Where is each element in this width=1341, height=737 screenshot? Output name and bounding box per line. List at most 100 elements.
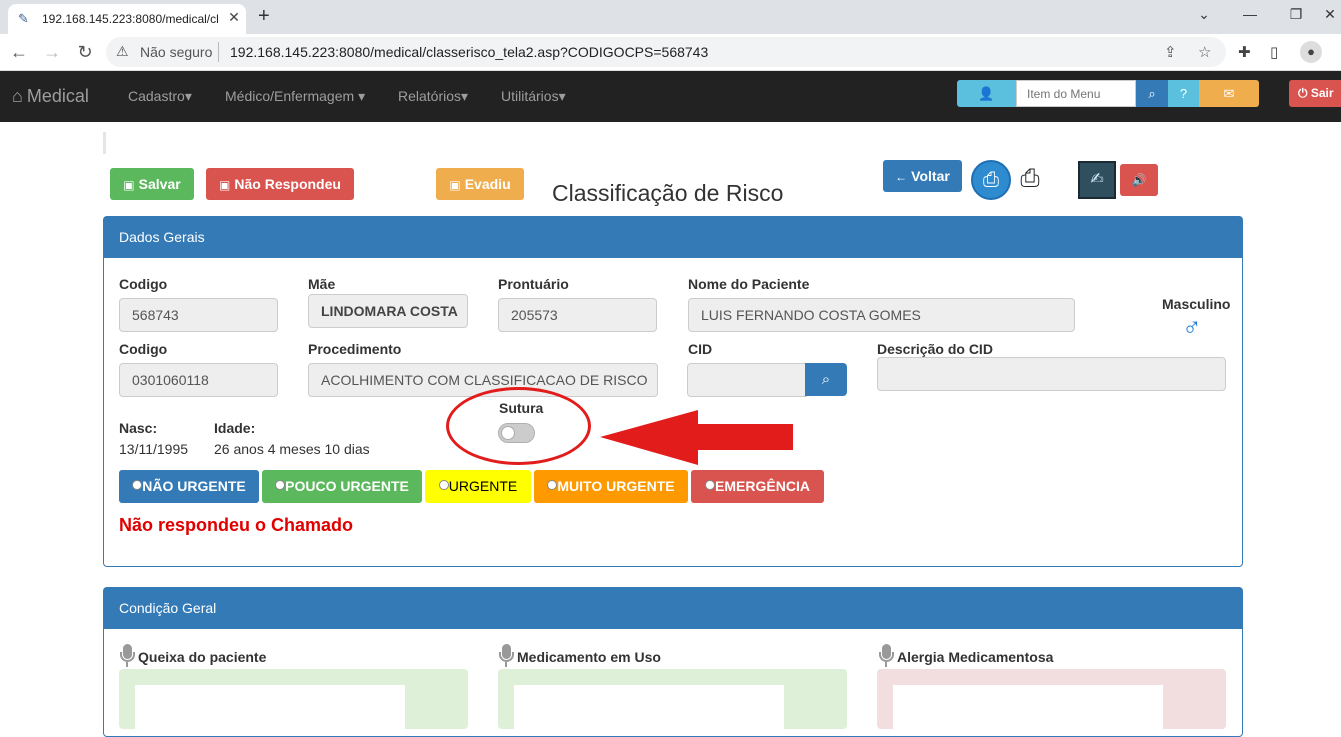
- help-button[interactable]: ?: [1168, 80, 1199, 107]
- address-bar-row: ← → ↻ ⚠ Não seguro 192.168.145.223:8080/…: [0, 34, 1341, 71]
- url-bar[interactable]: ⚠ Não seguro 192.168.145.223:8080/medica…: [106, 37, 1226, 67]
- print-color-icon[interactable]: ⎙: [971, 160, 1011, 200]
- extensions-puzzle-icon[interactable]: ✚: [1238, 43, 1251, 61]
- audio-button[interactable]: 🔊: [1120, 164, 1158, 196]
- signature-icon[interactable]: ✍: [1078, 161, 1116, 199]
- browser-tab-strip: ✎ 192.168.145.223:8080/medical/cl ✕ + ⌄ …: [0, 0, 1341, 34]
- warning-icon: ⚠: [116, 43, 129, 59]
- menu-utilitarios-label: Utilitários: [501, 88, 559, 104]
- evaded-label: Evadiu: [464, 176, 511, 192]
- microphone-icon[interactable]: [499, 644, 514, 668]
- radio-icon: [547, 480, 558, 490]
- risk-pouco-urgente-button[interactable]: POUCO URGENTE: [262, 470, 422, 503]
- menu-cadastro[interactable]: Cadastro▾: [128, 88, 192, 105]
- search-icon: ⌕: [821, 371, 831, 388]
- cid-field[interactable]: [687, 363, 807, 397]
- minimize-icon[interactable]: —: [1240, 6, 1260, 26]
- codigo-procedimento-label: Codigo: [119, 341, 168, 357]
- cid-label: CID: [688, 341, 713, 357]
- panel-heading: Dados Gerais: [104, 217, 1242, 258]
- reload-icon[interactable]: ↻: [74, 41, 96, 63]
- codigo-label: Codigo: [119, 276, 168, 292]
- user-icon: 👤: [978, 86, 995, 101]
- power-icon: ⏻: [1298, 86, 1308, 100]
- risk-urgente-button[interactable]: URGENTE: [425, 470, 531, 503]
- radio-icon: [132, 480, 143, 490]
- page-title: Classificação de Risco: [552, 180, 784, 206]
- home-icon: ⌂: [12, 86, 23, 106]
- caret-down-icon: ▾: [558, 88, 566, 104]
- radio-icon: [705, 480, 716, 490]
- codigo-field[interactable]: 568743: [119, 298, 278, 332]
- back-arrow-icon[interactable]: ←: [8, 41, 30, 63]
- forward-arrow-icon[interactable]: →: [41, 41, 63, 63]
- risk-label: EMERGÊNCIA: [715, 478, 810, 494]
- menu-utilitarios[interactable]: Utilitários▾: [501, 88, 566, 105]
- idade-label: Idade:: [214, 420, 256, 436]
- profile-avatar-icon[interactable]: ●: [1300, 41, 1322, 63]
- menu-medico-label: Médico/Enfermagem: [225, 88, 355, 104]
- risk-label: MUITO URGENTE: [557, 478, 675, 494]
- nome-paciente-label: Nome do Paciente: [688, 276, 810, 292]
- microphone-icon[interactable]: [120, 644, 135, 668]
- nasc-value: 13/11/1995: [119, 441, 189, 457]
- risk-emergencia-button[interactable]: EMERGÊNCIA: [691, 470, 824, 503]
- tab-search-chevron-icon[interactable]: ⌄: [1194, 6, 1214, 26]
- mae-label: Mãe: [308, 276, 336, 292]
- new-tab-icon[interactable]: +: [258, 5, 270, 28]
- status-message: Não respondeu o Chamado: [119, 515, 354, 535]
- risk-nao-urgente-button[interactable]: NÃO URGENTE: [119, 470, 259, 503]
- insecure-label: Não seguro: [140, 44, 213, 60]
- mae-field[interactable]: LINDOMARA COSTA: [308, 294, 468, 328]
- annotation-circle: [446, 387, 591, 465]
- alergia-label: Alergia Medicamentosa: [897, 649, 1054, 665]
- nasc-label: Nasc:: [119, 420, 158, 436]
- restore-icon[interactable]: ❐: [1286, 6, 1306, 26]
- descricao-cid-field[interactable]: [877, 357, 1226, 391]
- nome-paciente-field[interactable]: LUIS FERNANDO COSTA GOMES: [688, 298, 1075, 332]
- print-icon[interactable]: ⎙: [1013, 162, 1047, 196]
- menu-relatorios[interactable]: Relatórios▾: [398, 88, 468, 105]
- sexo-label: Masculino: [1162, 296, 1231, 312]
- procedimento-label: Procedimento: [308, 341, 402, 357]
- menu-relatorios-label: Relatórios: [398, 88, 462, 104]
- save-icon: ▣: [219, 178, 231, 192]
- tab-close-icon[interactable]: ✕: [226, 9, 242, 27]
- url-text[interactable]: 192.168.145.223:8080/medical/classerisco…: [230, 44, 708, 60]
- queixa-textarea[interactable]: [135, 685, 405, 735]
- prontuario-field[interactable]: 205573: [498, 298, 657, 332]
- annotation-arrow: [600, 410, 793, 465]
- browser-tab[interactable]: ✎ 192.168.145.223:8080/medical/cl ✕: [8, 4, 246, 34]
- no-answer-button[interactable]: ▣ Não Respondeu: [206, 168, 354, 200]
- brand-label: Medical: [26, 86, 89, 106]
- risk-muito-urgente-button[interactable]: MUITO URGENTE: [534, 470, 688, 503]
- alergia-textarea[interactable]: [893, 685, 1163, 735]
- back-button[interactable]: ← Voltar: [883, 160, 962, 192]
- caret-down-icon: ▾: [358, 88, 366, 104]
- share-icon[interactable]: ⇪: [1164, 43, 1177, 61]
- user-button[interactable]: 👤: [957, 80, 1016, 107]
- cid-search-button[interactable]: ⌕: [805, 363, 847, 396]
- exit-button[interactable]: ⏻ Sair: [1289, 80, 1341, 107]
- back-label: Voltar: [911, 168, 950, 184]
- save-button[interactable]: ▣ Salvar: [110, 168, 194, 200]
- medicamento-textarea[interactable]: [514, 685, 784, 735]
- save-icon: ▣: [123, 178, 135, 192]
- save-label: Salvar: [138, 176, 181, 192]
- window-close-icon[interactable]: ✕: [1320, 6, 1340, 26]
- menu-search-input[interactable]: [1016, 80, 1136, 107]
- radio-icon: [438, 480, 449, 490]
- mail-button[interactable]: ✉: [1199, 80, 1259, 107]
- url-separator: [218, 42, 219, 62]
- menu-medico-enfermagem[interactable]: Médico/Enfermagem ▾: [225, 88, 365, 105]
- codigo-procedimento-field[interactable]: 0301060118: [119, 363, 278, 397]
- menu-search-button[interactable]: ⌕: [1136, 80, 1168, 107]
- brand[interactable]: ⌂ Medical: [12, 86, 89, 107]
- queixa-box: [119, 669, 468, 735]
- caret-down-icon: ▾: [184, 88, 192, 104]
- evaded-button[interactable]: ▣ Evadiu: [436, 168, 524, 200]
- bookmark-star-icon[interactable]: ☆: [1198, 43, 1211, 61]
- microphone-icon[interactable]: [879, 644, 894, 668]
- save-icon: ▣: [449, 178, 461, 192]
- side-panel-icon[interactable]: ▯: [1270, 43, 1278, 61]
